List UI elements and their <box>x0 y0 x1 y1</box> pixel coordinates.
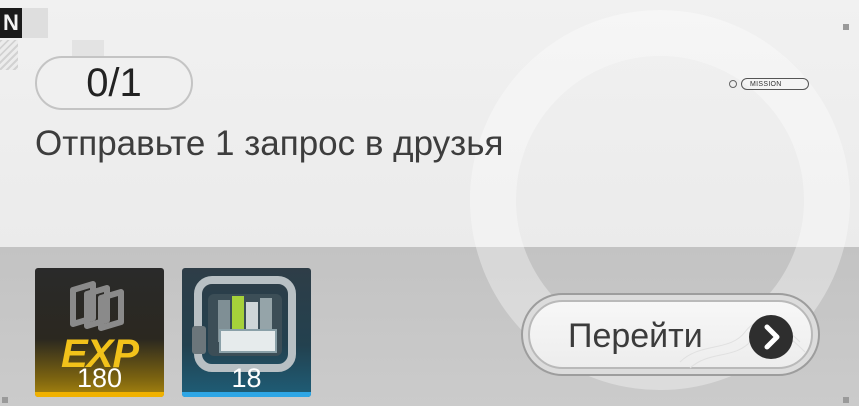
reward-item[interactable]: 18 <box>182 268 311 397</box>
mission-tag-circle-icon <box>729 80 737 88</box>
corner-hatch-decoration <box>0 40 18 70</box>
go-button[interactable]: Перейти <box>521 293 820 376</box>
mission-card: N 0/1 MISSION Отправьте 1 запрос в друзь… <box>0 0 859 406</box>
reward-exp[interactable]: EXP 180 <box>35 268 164 397</box>
rarity-bar <box>35 392 164 397</box>
mission-title: Отправьте 1 запрос в друзья <box>35 124 504 163</box>
corner-decoration <box>22 8 48 38</box>
corner-dot <box>843 397 849 403</box>
rarity-bar <box>182 392 311 397</box>
corner-dot <box>2 397 8 403</box>
go-button-label: Перейти <box>568 317 703 355</box>
reward-count: 180 <box>76 363 123 393</box>
chevron-right-icon <box>749 315 793 359</box>
corner-badge: N <box>0 8 22 38</box>
mission-progress: 0/1 <box>35 56 193 110</box>
reward-count: 18 <box>231 363 262 393</box>
corner-dot <box>843 24 849 30</box>
mission-tag-label: MISSION <box>741 78 809 90</box>
mission-tag: MISSION <box>729 77 809 91</box>
go-button-face[interactable]: Перейти <box>528 300 813 369</box>
